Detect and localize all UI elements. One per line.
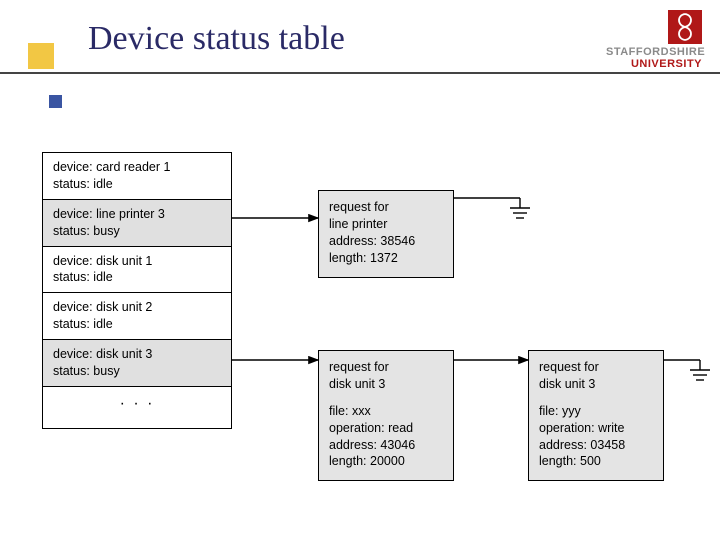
- device-row: device: line printer 3 status: busy: [43, 199, 231, 246]
- device-row: device: disk unit 1 status: idle: [43, 246, 231, 293]
- staffordshire-knot-icon: [668, 10, 702, 44]
- file-label: file:: [539, 404, 562, 418]
- accent-gold-square: [28, 43, 54, 69]
- operation-label: operation:: [329, 421, 388, 435]
- status-label: status:: [53, 270, 93, 284]
- request-address: 43046: [380, 438, 415, 452]
- address-label: address:: [329, 438, 380, 452]
- request-file: yyy: [562, 404, 581, 418]
- device-status: idle: [93, 317, 112, 331]
- device-status: idle: [93, 270, 112, 284]
- request-for-label: request for: [329, 200, 389, 214]
- address-label: address:: [539, 438, 590, 452]
- device-label: device:: [53, 160, 96, 174]
- device-row: device: disk unit 2 status: idle: [43, 292, 231, 339]
- request-for-label: request for: [539, 360, 599, 374]
- device-label: device:: [53, 207, 96, 221]
- request-length: 1372: [370, 251, 398, 265]
- request-target: disk unit 3: [329, 377, 385, 391]
- request-box-disk-a: request for disk unit 3 file: xxx operat…: [318, 350, 454, 481]
- request-length: 20000: [370, 454, 405, 468]
- device-row: device: card reader 1 status: idle: [43, 153, 231, 199]
- address-label: address:: [329, 234, 380, 248]
- device-name: disk unit 2: [96, 300, 152, 314]
- device-label: device:: [53, 347, 96, 361]
- device-status: idle: [93, 177, 112, 191]
- university-logo: STAFFORDSHIRE UNIVERSITY: [606, 10, 702, 70]
- page-title: Device status table: [88, 20, 345, 58]
- logo-text-1: STAFFORDSHIRE: [606, 46, 702, 58]
- request-box-printer: request for line printer address: 38546 …: [318, 190, 454, 278]
- device-label: device:: [53, 300, 96, 314]
- device-label: device:: [53, 254, 96, 268]
- device-name: line printer 3: [96, 207, 165, 221]
- status-label: status:: [53, 364, 93, 378]
- request-length: 500: [580, 454, 601, 468]
- request-file: xxx: [352, 404, 371, 418]
- length-label: length:: [329, 251, 370, 265]
- request-address: 38546: [380, 234, 415, 248]
- device-row: device: disk unit 3 status: busy: [43, 339, 231, 386]
- accent-blue-square: [49, 95, 62, 108]
- status-label: status:: [53, 317, 93, 331]
- device-status-table: device: card reader 1 status: idle devic…: [42, 152, 232, 429]
- device-name: disk unit 1: [96, 254, 152, 268]
- length-label: length:: [329, 454, 370, 468]
- request-address: 03458: [590, 438, 625, 452]
- status-label: status:: [53, 224, 93, 238]
- request-target: line printer: [329, 217, 387, 231]
- device-name: card reader 1: [96, 160, 170, 174]
- status-label: status:: [53, 177, 93, 191]
- operation-label: operation:: [539, 421, 598, 435]
- header-rule: [0, 72, 720, 74]
- device-status: busy: [93, 224, 119, 238]
- request-for-label: request for: [329, 360, 389, 374]
- request-target: disk unit 3: [539, 377, 595, 391]
- device-name: disk unit 3: [96, 347, 152, 361]
- request-box-disk-b: request for disk unit 3 file: yyy operat…: [528, 350, 664, 481]
- request-operation: write: [598, 421, 624, 435]
- logo-text-2: UNIVERSITY: [606, 58, 702, 70]
- ellipsis-row: · · ·: [43, 386, 231, 429]
- device-status: busy: [93, 364, 119, 378]
- file-label: file:: [329, 404, 352, 418]
- length-label: length:: [539, 454, 580, 468]
- request-operation: read: [388, 421, 413, 435]
